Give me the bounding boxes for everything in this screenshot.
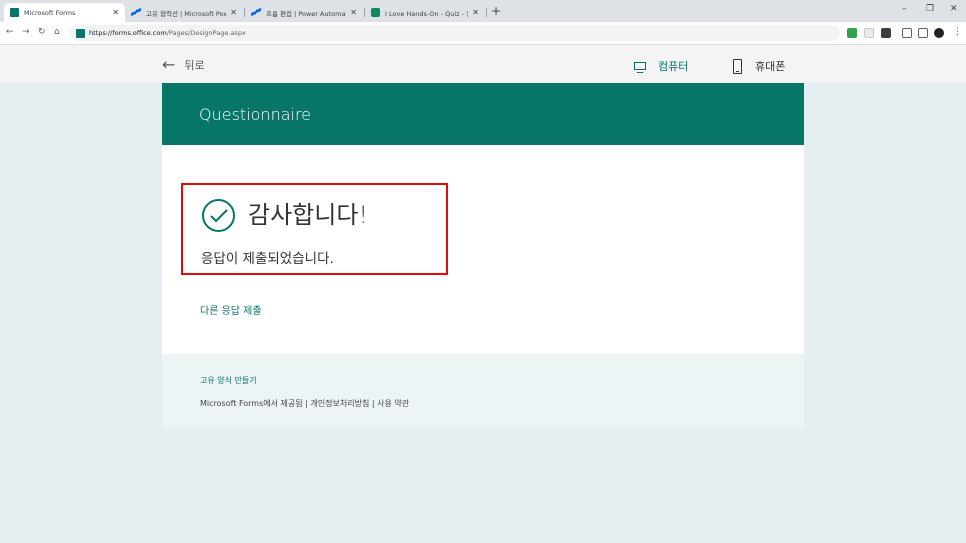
phone-icon <box>733 58 742 74</box>
maximize-button[interactable]: ❐ <box>926 4 934 14</box>
confirmation-highlight-box: 감사합니다! 응답이 제출되었습니다. <box>181 183 448 275</box>
browser-toolbar: ← → ↻ ⌂ https://forms.office.com/Pages/D… <box>0 22 966 45</box>
powered-by-text: Microsoft Forms에서 제공됨 <box>200 399 303 408</box>
forms-icon <box>10 8 19 17</box>
extension-icon[interactable] <box>881 28 891 38</box>
tab-microsoft-forms[interactable]: Microsoft Forms ✕ <box>4 3 125 22</box>
tab-title: 고유 협력선 | Microsoft Power A <box>146 9 227 18</box>
separator: | <box>371 399 375 408</box>
thank-you-heading: 감사합니다! <box>248 201 369 229</box>
tab-power-automate-1[interactable]: 고유 협력선 | Microsoft Power A ✕ <box>125 3 243 22</box>
phone-view-button[interactable]: 휴대폰 <box>733 58 785 74</box>
tab-power-automate-2[interactable]: 흐름 편집 | Power Automate ✕ <box>245 3 363 22</box>
back-arrow-icon[interactable]: ← <box>6 27 14 37</box>
close-icon[interactable]: ✕ <box>112 8 119 17</box>
close-icon[interactable]: ✕ <box>472 8 479 17</box>
browser-tab-strip: Microsoft Forms ✕ 고유 협력선 | Microsoft Pow… <box>0 0 966 22</box>
cast-icon[interactable] <box>902 28 912 38</box>
computer-view-button[interactable]: 컴퓨터 <box>634 58 688 74</box>
power-automate-icon <box>131 9 141 16</box>
submit-another-link[interactable]: 다른 응답 제출 <box>200 302 262 317</box>
forms-icon <box>371 8 380 17</box>
more-menu-icon[interactable]: ⋮ <box>953 27 962 37</box>
extension-icon[interactable] <box>847 28 857 38</box>
terms-link[interactable]: 사용 약관 <box>377 399 409 408</box>
monitor-icon <box>634 62 646 73</box>
tab-title: I Love Hands-On - Quiz - 응든 <box>385 9 468 18</box>
back-arrow-icon: ← <box>162 55 176 74</box>
url-text: https://forms.office.com/Pages/DesignPag… <box>89 29 246 37</box>
privacy-link[interactable]: 개인정보처리방침 <box>310 399 369 408</box>
form-title: Questionnaire <box>199 105 312 124</box>
close-window-button[interactable]: ✕ <box>950 4 958 14</box>
tab-title: Microsoft Forms <box>24 8 76 17</box>
phone-label: 휴대폰 <box>755 60 786 73</box>
home-icon[interactable]: ⌂ <box>54 27 60 37</box>
create-own-form-link[interactable]: 고유 양식 만들기 <box>200 375 257 386</box>
submitted-message: 응답이 제출되었습니다. <box>201 251 334 267</box>
computer-label: 컴퓨터 <box>658 60 689 73</box>
power-automate-icon <box>251 9 261 16</box>
tab-quiz[interactable]: I Love Hands-On - Quiz - 응든 ✕ <box>365 3 485 22</box>
back-label: 뒤로 <box>184 59 205 72</box>
forms-icon <box>76 28 85 38</box>
form-footer: 고유 양식 만들기 Microsoft Forms에서 제공됨 | 개인정보처리… <box>162 354 804 428</box>
close-icon[interactable]: ✕ <box>230 8 237 17</box>
preview-bar: ← 뒤로 컴퓨터 휴대폰 <box>0 45 966 83</box>
form-header: Questionnaire <box>162 83 804 145</box>
separator: | <box>305 399 308 408</box>
checkmark-circle-icon <box>202 199 235 232</box>
reading-list-icon[interactable] <box>918 28 928 38</box>
tab-title: 흐름 편집 | Power Automate <box>266 9 347 18</box>
back-button[interactable]: ← 뒤로 <box>162 57 205 73</box>
tab-separator <box>486 8 487 17</box>
address-bar[interactable]: https://forms.office.com/Pages/DesignPag… <box>70 25 840 41</box>
new-tab-button[interactable]: + <box>491 4 501 18</box>
avatar[interactable] <box>934 28 944 38</box>
footer-credits: Microsoft Forms에서 제공됨 | 개인정보처리방침 | 사용 약관 <box>200 398 409 409</box>
forward-arrow-icon[interactable]: → <box>22 27 30 37</box>
form-card: 감사합니다! 응답이 제출되었습니다. 다른 응답 제출 <box>162 145 804 354</box>
extension-icon[interactable] <box>864 28 874 38</box>
close-icon[interactable]: ✕ <box>350 8 357 17</box>
minimize-button[interactable]: – <box>902 4 907 14</box>
reload-icon[interactable]: ↻ <box>38 27 46 37</box>
